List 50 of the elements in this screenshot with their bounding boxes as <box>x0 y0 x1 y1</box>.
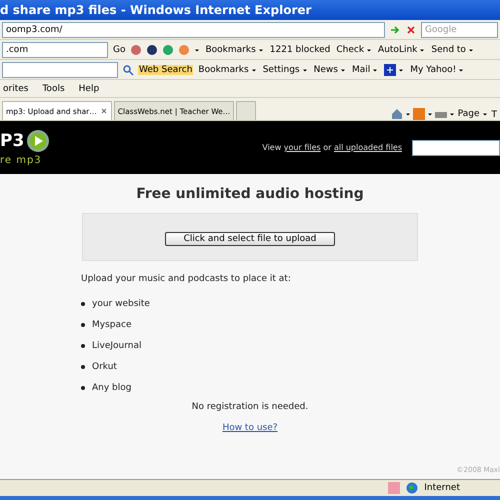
new-tab[interactable] <box>236 101 256 120</box>
tools-button[interactable]: T <box>490 110 498 120</box>
toolbar-button[interactable]: Bookmarks <box>204 44 265 56</box>
nav-text: View your files or all uploaded files <box>262 143 402 152</box>
toolbar-button[interactable]: 1221 blocked <box>268 44 332 54</box>
toolbar-button[interactable]: News <box>312 64 347 76</box>
bullet-icon <box>81 386 85 390</box>
list-item: your website <box>92 298 150 308</box>
menu-item[interactable]: orites <box>2 84 30 94</box>
list-item: LiveJournal <box>92 340 142 350</box>
toolbar-button[interactable]: Bookmarks <box>197 64 258 76</box>
zone-text: Internet <box>424 483 460 493</box>
help-link[interactable]: How to use? <box>222 423 278 433</box>
all-files-link[interactable]: all uploaded files <box>334 143 402 152</box>
upload-button[interactable]: Click and select file to upload <box>165 232 335 246</box>
list-item: Orkut <box>92 362 117 372</box>
page-button[interactable]: Page <box>456 108 488 120</box>
plus-icon <box>384 64 396 76</box>
play-icon <box>26 129 50 153</box>
toolbar-button[interactable] <box>383 64 406 76</box>
menu-item[interactable]: Help <box>78 84 100 94</box>
toolbar-button[interactable]: Settings <box>262 64 309 76</box>
list-item: Any blog <box>92 382 132 392</box>
site-logo: P3 <box>0 131 24 151</box>
toolbar-button[interactable]: My Yahoo! <box>409 64 466 76</box>
toolbar-button[interactable]: Send to <box>430 44 475 56</box>
page-heading: Free unlimited audio hosting <box>136 186 364 202</box>
search-icon[interactable] <box>122 64 134 76</box>
toolbar-button[interactable]: Mail <box>350 64 380 76</box>
list-item: Myspace <box>92 320 132 330</box>
go-button[interactable]: Go <box>112 44 126 54</box>
site-tagline: re mp3 <box>0 155 43 166</box>
menu-item[interactable]: Tools <box>41 84 66 94</box>
toolbar-button[interactable]: AutoLink <box>377 44 426 56</box>
web-search-button[interactable]: Web Search <box>138 64 194 74</box>
search-field[interactable] <box>412 140 500 156</box>
intro-text: Upload your music and podcasts to place it at: <box>81 274 292 284</box>
bullet-icon <box>81 344 85 348</box>
your-files-link[interactable]: your files <box>284 143 321 152</box>
bullet-icon <box>81 364 85 368</box>
address-field[interactable]: oomp3.com/ <box>2 22 385 38</box>
window-title: d share mp3 files - Windows Internet Explorer <box>0 0 500 20</box>
toolbar-button[interactable]: Check <box>335 44 374 56</box>
bullet-icon <box>81 302 85 306</box>
toolbar-search-field[interactable]: .com <box>2 42 108 58</box>
close-icon[interactable] <box>404 24 417 36</box>
refresh-icon[interactable] <box>388 24 401 36</box>
bullet-icon <box>81 322 85 326</box>
note-text: No registration is needed. <box>192 402 308 412</box>
web-search-field[interactable] <box>2 62 118 78</box>
